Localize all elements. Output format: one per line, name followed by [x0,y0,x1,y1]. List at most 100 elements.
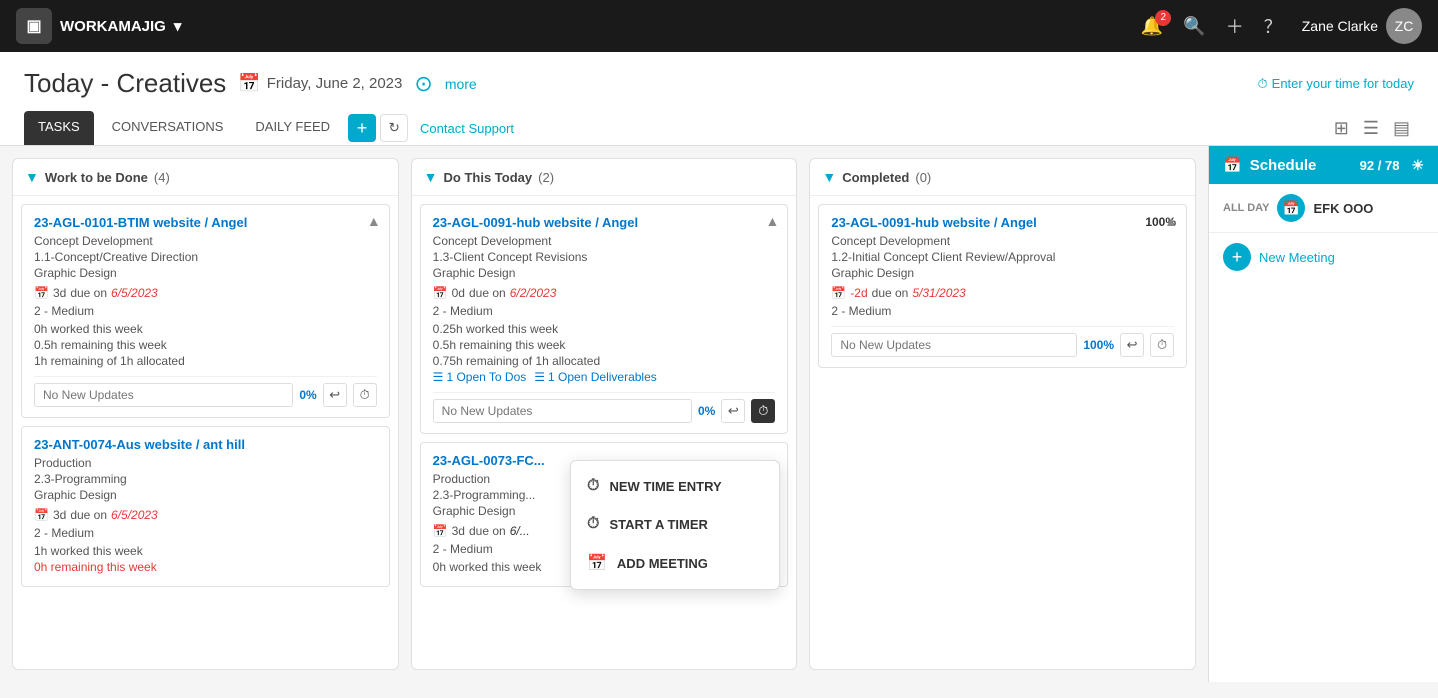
task-card-footer: 0% ↩ ⏱ [433,392,776,423]
task-due-date: 5/31/2023 [912,286,965,300]
schedule-allday: ALL DAY 📅 EFK OOO [1209,184,1438,233]
avatar[interactable]: ZC [1386,8,1422,44]
column-completed-title: Completed [842,170,909,185]
tab-daily-feed[interactable]: DAILY FEED [241,111,344,145]
allday-label: ALL DAY [1223,202,1269,214]
task-links: ☰ 1 Open To Dos ☰ 1 Open Deliverables [433,370,776,384]
list-view-button[interactable]: ☰ [1359,116,1383,141]
expand-button[interactable]: ▲ [1164,213,1178,229]
more-button[interactable]: ⊙ [414,71,432,97]
add-button[interactable]: ＋ [1226,13,1244,39]
task-due-label: due on [70,286,107,300]
task-due-label: due on [70,508,107,522]
page-title-row: Today - Creatives 📅 Friday, June 2, 2023… [24,68,1414,99]
app-name: WORKAMAJIG [60,18,166,35]
expand-button[interactable]: ▲ [765,213,779,229]
date-text: Friday, June 2, 2023 [267,75,403,92]
start-timer-label: START A TIMER [609,517,707,532]
grid-view-button[interactable]: ⊞ [1330,116,1353,141]
refresh-button[interactable]: ↻ [380,114,408,142]
page-header: Today - Creatives 📅 Friday, June 2, 2023… [0,52,1438,146]
task-title[interactable]: 23-AGL-0091-hub website / Angel [433,215,776,230]
task-dept: Graphic Design [433,266,776,280]
user-info: Zane Clarke ZC [1302,8,1422,44]
task-priority: 2 - Medium [34,304,377,318]
sun-icon: ☀ [1411,157,1424,174]
task-priority: 2 - Medium [433,304,776,318]
task-dept: Graphic Design [34,488,377,502]
collapse-arrow[interactable]: ▼ [424,169,438,185]
help-button[interactable]: ？ [1264,13,1282,39]
collapse-arrow[interactable]: ▼ [25,169,39,185]
new-meeting-row: + New Meeting [1209,233,1438,281]
tabs-row: TASKS CONVERSATIONS DAILY FEED + ↻ Conta… [24,111,1414,145]
page-title: Today - Creatives [24,68,226,99]
task-due-date: 6/5/2023 [111,286,158,300]
column-completed-body: 100% 23-AGL-0091-hub website / Angel Con… [810,196,1195,669]
app-header: ▣ WORKAMAJIG ▾ 🔔 2 🔍 ＋ ？ Zane Clarke ZC [0,0,1438,52]
user-name: Zane Clarke [1302,18,1378,34]
task-worked: 0.25h worked this week [433,322,776,336]
schedule-score: 92 / 78 [1360,158,1400,173]
open-deliverables-link[interactable]: ☰ 1 Open Deliverables [534,370,657,384]
timer-button[interactable]: ⏱ [1150,333,1174,357]
task-card: 23-AGL-0091-hub website / Angel Concept … [420,204,789,434]
new-meeting-icon[interactable]: + [1223,243,1251,271]
task-due-label: due on [872,286,909,300]
notification-button[interactable]: 🔔 2 [1141,16,1163,37]
column-work-to-do: ▼ Work to be Done (4) 23-AGL-0101-BTIM w… [12,158,399,670]
detail-view-button[interactable]: ▤ [1389,116,1414,141]
task-worked: 0h worked this week [34,322,377,336]
task-meta: 📅 3d due on 6/5/2023 [34,286,377,300]
start-timer-item[interactable]: ⏱ START A TIMER [571,505,779,543]
collapse-arrow[interactable]: ▼ [822,169,836,185]
task-title[interactable]: 23-ANT-0074-Aus website / ant hill [34,437,377,452]
new-meeting-label[interactable]: New Meeting [1259,250,1335,265]
enter-time-label: Enter your time for today [1272,76,1414,91]
task-remaining: 0.5h remaining this week [34,338,377,352]
task-duration: 3d [53,286,66,300]
task-allocated: 0.75h remaining of 1h allocated [433,354,776,368]
new-time-entry-item[interactable]: ⏱ NEW TIME ENTRY [571,467,779,505]
search-button[interactable]: 🔍 [1183,16,1205,37]
task-dept: Graphic Design [34,266,377,280]
tab-conversations[interactable]: CONVERSATIONS [98,111,238,145]
time-entry-icon: ⏱ [587,477,599,495]
update-input[interactable] [433,399,692,423]
task-title[interactable]: 23-AGL-0101-BTIM website / Angel [34,215,377,230]
tab-tasks[interactable]: TASKS [24,111,94,145]
open-todos-link[interactable]: ☰ 1 Open To Dos [433,370,527,384]
enter-time-button[interactable]: ⏱ Enter your time for today [1258,76,1414,92]
task-sub2: 1.1-Concept/Creative Direction [34,250,377,264]
timer-button[interactable]: ⏱ [353,383,377,407]
reply-button[interactable]: ↩ [1120,333,1144,357]
add-meeting-item[interactable]: 📅 ADD MEETING [571,543,779,583]
app-name-chevron: ▾ [174,17,182,35]
task-priority: 2 - Medium [34,526,377,540]
more-label[interactable]: more [445,76,477,92]
task-allocated: 1h remaining of 1h allocated [34,354,377,368]
reply-button[interactable]: ↩ [323,383,347,407]
task-meta: 📅 3d due on 6/5/2023 [34,508,377,522]
column-work-body: 23-AGL-0101-BTIM website / Angel Concept… [13,196,398,669]
columns-area: ▼ Work to be Done (4) 23-AGL-0101-BTIM w… [0,146,1208,682]
column-work-count: (4) [154,170,170,185]
update-input[interactable] [34,383,293,407]
update-input[interactable] [831,333,1077,357]
logo-icon: ▣ [16,8,52,44]
task-title[interactable]: 23-AGL-0091-hub website / Angel [831,215,1174,230]
allday-icon: 📅 [1277,194,1305,222]
timer-button-active[interactable]: ⏱ [751,399,775,423]
app-logo[interactable]: ▣ WORKAMAJIG ▾ [16,8,181,44]
task-due-date: 6/5/2023 [111,508,158,522]
reply-button[interactable]: ↩ [721,399,745,423]
task-card: 100% 23-AGL-0091-hub website / Angel Con… [818,204,1187,368]
expand-button[interactable]: ▲ [367,213,381,229]
contact-support-link[interactable]: Contact Support [420,121,514,136]
add-tab-button[interactable]: + [348,114,376,142]
column-work-header: ▼ Work to be Done (4) [13,159,398,196]
task-priority: 2 - Medium [831,304,1174,318]
task-duration: 3d [53,508,66,522]
task-meta: 📅 -2d due on 5/31/2023 [831,286,1174,300]
page-date: 📅 Friday, June 2, 2023 [238,73,402,94]
